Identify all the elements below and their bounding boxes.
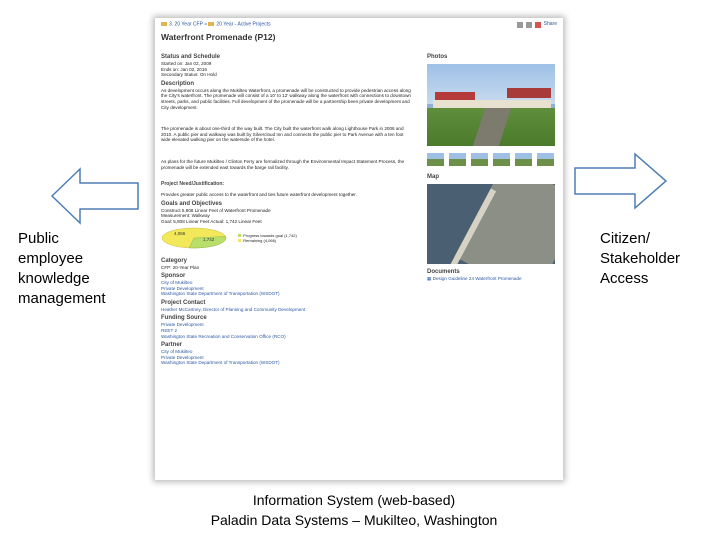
photo-thumbnail[interactable] — [515, 153, 532, 166]
folder-icon — [208, 22, 215, 26]
right-arrow-icon — [574, 152, 668, 210]
goals-goal-actual: Goal: 5,808 Linear Feet Actual: 1,742 Li… — [161, 218, 262, 224]
category-section: Category CFP: 20-Year Plan — [161, 258, 411, 271]
documents-heading: Documents — [427, 269, 460, 275]
left-label-line: Public — [18, 230, 59, 247]
left-side-label: Public employee knowledge management — [18, 229, 106, 309]
main-photo[interactable] — [427, 64, 555, 146]
photos-heading: Photos — [427, 54, 448, 60]
caption-line-2: Paladin Data Systems – Mukilteo, Washing… — [210, 512, 498, 528]
caption: Information System (web-based) Paladin D… — [150, 490, 558, 530]
print-icon[interactable] — [525, 22, 532, 28]
left-arrow-icon — [50, 167, 139, 225]
sponsor-section: Sponsor City of Mukilteo Private Develop… — [161, 273, 411, 297]
section-heading: Funding Source — [161, 315, 207, 322]
breadcrumb: 3. 20 Year CFP » 20 Year - Active Projec… — [161, 22, 271, 28]
need-section: Project Need/Justification: Provides gre… — [161, 181, 411, 198]
status-section: Status and Schedule Started on: Jan 02, … — [161, 54, 411, 78]
breadcrumb-link[interactable]: 20 Year - Active Projects — [216, 21, 270, 28]
main-column: Status and Schedule Started on: Jan 02, … — [161, 54, 411, 369]
left-label-line: knowledge — [18, 270, 90, 287]
share-link[interactable]: Share — [544, 22, 557, 28]
document-icon: ▦ — [427, 276, 432, 281]
photo-thumbnail[interactable] — [427, 153, 444, 166]
pie-progress-label: 1,742 — [203, 237, 215, 242]
page-title: Waterfront Promenade (P12) — [161, 32, 276, 42]
document-link[interactable]: ▦ Design Guideline 24 Waterfront Promena… — [427, 276, 557, 282]
description-paragraph: As plans for the future Mukilteo / Clint… — [161, 158, 405, 170]
photo-thumbnail[interactable] — [471, 153, 488, 166]
section-heading: Project Contact — [161, 299, 206, 306]
share-icon[interactable] — [534, 22, 541, 28]
contact-section: Project Contact Heather McCartney, Direc… — [161, 300, 411, 313]
contact-link[interactable]: Heather McCartney, Director of Planning … — [161, 307, 411, 313]
folder-icon — [161, 22, 167, 26]
breadcrumb-link[interactable]: 3. 20 Year CFP — [169, 21, 203, 28]
left-label-line: management — [18, 290, 106, 307]
right-label-line: Citizen/ — [600, 230, 651, 247]
description-paragraph: The promenade is about one-third of the … — [161, 126, 404, 143]
partner-section: Partner City of Mukilteo Private Develop… — [161, 342, 411, 366]
breadcrumb-separator: » — [204, 21, 207, 28]
partner-link[interactable]: Washington State Department of Transport… — [161, 360, 411, 366]
right-side-label: Citizen/ Stakeholder Access — [600, 229, 680, 289]
need-text: Provides greater public access to the wa… — [161, 192, 357, 198]
photo-thumbnails — [427, 153, 555, 166]
category-text: CFP: 20-Year Plan — [161, 264, 200, 270]
photo-thumbnail[interactable] — [537, 153, 554, 166]
caption-line-1: Information System (web-based) — [252, 492, 456, 508]
funding-link[interactable]: Washington State Recreation and Conserva… — [161, 334, 411, 340]
section-heading: Category — [161, 257, 188, 264]
photo-thumbnail[interactable] — [493, 153, 510, 166]
goals-section: Goals and Objectives Construct 5,808 Lin… — [161, 201, 411, 249]
section-heading: Goals and Objectives — [161, 200, 223, 207]
right-label-line: Access — [600, 270, 649, 287]
section-heading: Status and Schedule — [161, 54, 221, 60]
right-label-line: Stakeholder — [600, 250, 681, 267]
project-page-screenshot: 3. 20 Year CFP » 20 Year - Active Projec… — [155, 18, 563, 480]
document-link-text: Design Guideline 24 Waterfront Promenade — [432, 276, 522, 281]
photo-thumbnail[interactable] — [449, 153, 466, 166]
description-section: Description As development occurs along … — [161, 81, 411, 170]
section-heading: Sponsor — [161, 273, 186, 280]
map-heading: Map — [427, 174, 439, 180]
section-heading: Partner — [161, 342, 183, 349]
legend-remaining: Remaining (4,066) — [243, 237, 277, 243]
top-bar: 3. 20 Year CFP » 20 Year - Active Projec… — [161, 22, 557, 30]
pie-legend: Progress towards goal (1,742) Remaining … — [238, 233, 297, 243]
pie-remaining-label: 4,066 — [174, 231, 186, 236]
email-icon[interactable] — [516, 22, 523, 28]
side-column: Photos Map Documents ▦ Design Guideline … — [427, 54, 557, 282]
description-paragraph: As development occurs along the Mukilteo… — [161, 87, 411, 110]
progress-pie-chart: 4,066 1,742 — [161, 227, 227, 248]
sponsor-link[interactable]: Washington State Department of Transport… — [161, 291, 411, 297]
left-label-line: employee — [18, 250, 84, 267]
page-tools: Share — [516, 22, 557, 28]
status-secondary: Secondary Status: On Hold — [161, 72, 217, 78]
aerial-map[interactable] — [427, 184, 555, 264]
section-heading: Project Need/Justification: — [161, 181, 225, 188]
section-heading: Description — [161, 80, 195, 87]
funding-section: Funding Source Private Development REET … — [161, 315, 411, 339]
